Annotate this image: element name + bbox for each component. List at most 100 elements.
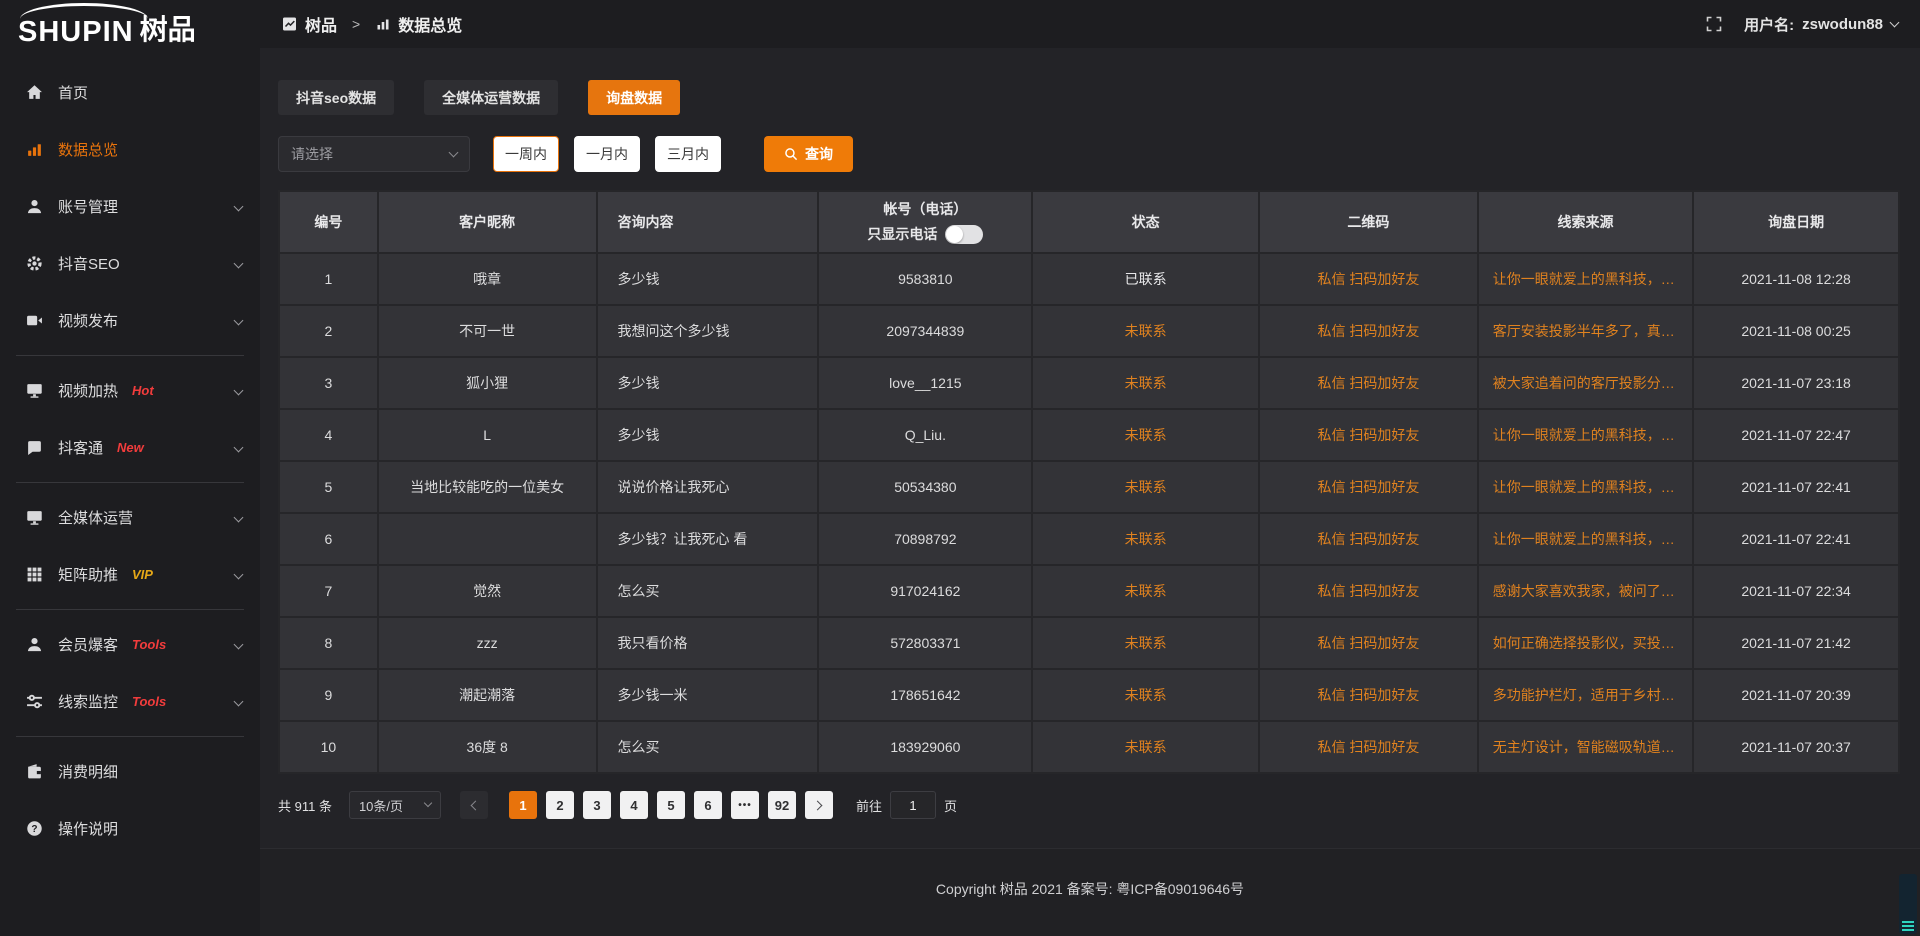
sidebar-item-video-heat[interactable]: 视频加热 Hot — [0, 362, 260, 419]
cell-nickname: 狐小狸 — [378, 357, 597, 409]
breadcrumb-item-current[interactable]: 数据总览 — [398, 12, 462, 36]
page-size-select[interactable]: 10条/页 — [349, 791, 441, 819]
range-quarter-button[interactable]: 三月内 — [655, 136, 721, 172]
source-link[interactable]: 无主灯设计，智能磁吸轨道灯... — [1478, 721, 1693, 773]
app-root: SHUPIN 树品 首页 数据总览 账号管理 抖音SEO — [0, 0, 1920, 936]
chevron-down-icon — [1890, 17, 1900, 27]
page-button-5[interactable]: 5 — [657, 791, 685, 819]
cell-content: 多少钱一米 — [597, 669, 819, 721]
qrcode-link[interactable]: 私信 扫码加好友 — [1259, 357, 1478, 409]
source-link[interactable]: 让你一眼就爱上的黑科技，能... — [1478, 513, 1693, 565]
toggle-knob — [946, 226, 963, 243]
sidebar-item-spend-detail[interactable]: 消费明细 — [0, 743, 260, 800]
cell-nickname: 当地比较能吃的一位美女 — [378, 461, 597, 513]
qrcode-link[interactable]: 私信 扫码加好友 — [1259, 513, 1478, 565]
tab-omnimedia-data[interactable]: 全媒体运营数据 — [424, 80, 558, 115]
page-button-3[interactable]: 3 — [583, 791, 611, 819]
status-badge: 未联系 — [1032, 669, 1259, 721]
source-link[interactable]: 让你一眼就爱上的黑科技，能... — [1478, 409, 1693, 461]
phone-only-toggle[interactable] — [945, 225, 983, 244]
cell-content: 怎么买 — [597, 721, 819, 773]
sidebar-item-label: 会员爆客 — [58, 634, 118, 655]
chevron-down-icon — [234, 259, 244, 269]
cell-account: 183929060 — [818, 721, 1032, 773]
table-row: 5 当地比较能吃的一位美女 说说价格让我死心 50534380 未联系 私信 扫… — [279, 461, 1899, 513]
cell-content: 说说价格让我死心 — [597, 461, 819, 513]
sidebar-item-douketong[interactable]: 抖客通 New — [0, 419, 260, 476]
sidebar-item-data-overview[interactable]: 数据总览 — [0, 121, 260, 178]
table-row: 1 哦章 多少钱 9583810 已联系 私信 扫码加好友 让你一眼就爱上的黑科… — [279, 253, 1899, 305]
sidebar-item-omnimedia[interactable]: 全媒体运营 — [0, 489, 260, 546]
sidebar-item-account-mgmt[interactable]: 账号管理 — [0, 178, 260, 235]
sidebar-item-home[interactable]: 首页 — [0, 64, 260, 121]
qrcode-link[interactable]: 私信 扫码加好友 — [1259, 461, 1478, 513]
monitor-icon — [26, 509, 43, 526]
sidebar-item-video-publish[interactable]: 视频发布 — [0, 292, 260, 349]
page-ellipsis-button[interactable]: ••• — [731, 791, 759, 819]
search-button[interactable]: 查询 — [764, 136, 853, 172]
sidebar-item-label: 全媒体运营 — [58, 507, 133, 528]
sidebar-item-lead-monitor[interactable]: 线索监控 Tools — [0, 673, 260, 730]
page-button-6[interactable]: 6 — [694, 791, 722, 819]
data-tabs: 抖音seo数据 全媒体运营数据 询盘数据 — [278, 80, 1900, 115]
user-menu[interactable]: 用户名: zswodun88 — [1744, 14, 1898, 35]
cell-nickname: zzz — [378, 617, 597, 669]
qrcode-link[interactable]: 私信 扫码加好友 — [1259, 253, 1478, 305]
col-header-nickname: 客户昵称 — [378, 191, 597, 253]
range-month-button[interactable]: 一月内 — [574, 136, 640, 172]
inquiry-table: 编号 客户昵称 咨询内容 帐号（电话） 只显示电话 — [278, 190, 1900, 774]
topbar-right: 用户名: zswodun88 — [1706, 14, 1898, 35]
pagination: 共 911 条 10条/页 1 2 3 4 5 6 ••• 92 前往 页 — [278, 791, 1900, 819]
source-link[interactable]: 让你一眼就爱上的黑科技，能... — [1478, 253, 1693, 305]
bar-chart-icon — [26, 141, 43, 158]
page-button-2[interactable]: 2 — [546, 791, 574, 819]
source-link[interactable]: 客厅安装投影半年多了，真实... — [1478, 305, 1693, 357]
menu-divider — [16, 609, 244, 610]
cell-nickname: 36度 8 — [378, 721, 597, 773]
range-week-button[interactable]: 一周内 — [493, 136, 559, 172]
account-select[interactable]: 请选择 — [278, 136, 470, 172]
source-link[interactable]: 感谢大家喜欢我家，被问了好... — [1478, 565, 1693, 617]
page-button-4[interactable]: 4 — [620, 791, 648, 819]
source-link[interactable]: 如何正确选择投影仪，买投影... — [1478, 617, 1693, 669]
gear-icon — [26, 255, 43, 272]
table-row: 3 狐小狸 多少钱 love__1215 未联系 私信 扫码加好友 被大家追着问… — [279, 357, 1899, 409]
tab-douyin-seo-data[interactable]: 抖音seo数据 — [278, 80, 394, 115]
table-row: 4 L 多少钱 Q_Liu. 未联系 私信 扫码加好友 让你一眼就爱上的黑科技，… — [279, 409, 1899, 461]
status-badge: 已联系 — [1032, 253, 1259, 305]
breadcrumb-item-root[interactable]: 树品 — [305, 12, 337, 36]
qrcode-link[interactable]: 私信 扫码加好友 — [1259, 721, 1478, 773]
sidebar-item-douyin-seo[interactable]: 抖音SEO — [0, 235, 260, 292]
qrcode-link[interactable]: 私信 扫码加好友 — [1259, 669, 1478, 721]
total-count: 共 911 条 — [278, 796, 332, 815]
page-unit-label: 页 — [944, 796, 957, 815]
vip-badge: VIP — [132, 567, 153, 582]
source-link[interactable]: 被大家追着问的客厅投影分享... — [1478, 357, 1693, 409]
cell-nickname: 觉然 — [378, 565, 597, 617]
tab-inquiry-data[interactable]: 询盘数据 — [588, 80, 680, 115]
page-button-92[interactable]: 92 — [768, 791, 796, 819]
source-link[interactable]: 让你一眼就爱上的黑科技，能... — [1478, 461, 1693, 513]
qrcode-link[interactable]: 私信 扫码加好友 — [1259, 565, 1478, 617]
tools-badge: Tools — [132, 637, 166, 652]
qrcode-link[interactable]: 私信 扫码加好友 — [1259, 409, 1478, 461]
next-page-button[interactable] — [805, 791, 833, 819]
status-badge: 未联系 — [1032, 513, 1259, 565]
qrcode-link[interactable]: 私信 扫码加好友 — [1259, 617, 1478, 669]
cell-account: love__1215 — [818, 357, 1032, 409]
status-badge: 未联系 — [1032, 721, 1259, 773]
page-button-1[interactable]: 1 — [509, 791, 537, 819]
source-link[interactable]: 多功能护栏灯，适用于乡村文... — [1478, 669, 1693, 721]
sidebar-item-label: 抖音SEO — [58, 253, 120, 274]
sidebar-item-member-burst[interactable]: 会员爆客 Tools — [0, 616, 260, 673]
cell-no: 6 — [279, 513, 378, 565]
goto-page-input[interactable] — [890, 791, 936, 819]
sidebar-item-label: 操作说明 — [58, 818, 118, 839]
user-icon — [26, 636, 43, 653]
fullscreen-icon[interactable] — [1706, 16, 1722, 32]
sidebar-item-help[interactable]: ? 操作说明 — [0, 800, 260, 857]
sidebar-item-matrix-boost[interactable]: 矩阵助推 VIP — [0, 546, 260, 603]
monitor-icon — [26, 382, 43, 399]
qrcode-link[interactable]: 私信 扫码加好友 — [1259, 305, 1478, 357]
prev-page-button[interactable] — [460, 791, 488, 819]
